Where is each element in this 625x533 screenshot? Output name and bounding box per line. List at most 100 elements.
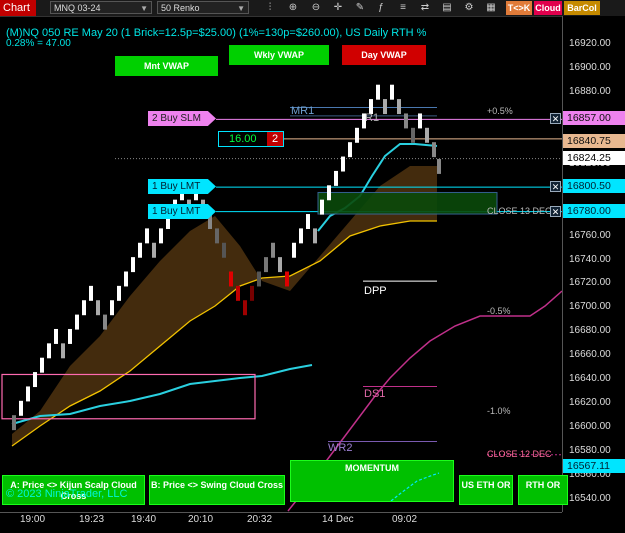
renko-brick xyxy=(47,343,51,359)
barcol-toggle-button[interactable]: BarCol xyxy=(564,1,600,15)
renko-brick xyxy=(411,127,415,143)
chart-trader-icon[interactable]: ⇄ xyxy=(417,1,433,15)
weekly-vwap-button[interactable]: Wkly VWAP xyxy=(229,45,329,65)
ds1-label: DS1 xyxy=(364,388,386,400)
time-label: 19:00 xyxy=(20,514,46,525)
monthly-vwap-label: Mnt VWAP xyxy=(144,61,189,71)
zoom-in-icon[interactable]: ⊕ xyxy=(285,1,301,15)
price-tick-label: 16540.00 xyxy=(569,493,611,504)
chart-title: Chart xyxy=(0,0,36,16)
swing-cloud-cross-button[interactable]: B: Price <> Swing Cloud Cross xyxy=(149,475,285,505)
renko-brick xyxy=(404,113,408,129)
minus-half-pct-label: -0.5% xyxy=(487,306,511,316)
renko-brick xyxy=(12,415,16,431)
renko-brick xyxy=(222,242,226,258)
renko-brick xyxy=(40,357,44,373)
cloud-label: Cloud xyxy=(535,3,561,13)
cancel-order-close-icon[interactable]: ✕ xyxy=(550,206,561,217)
price-chart[interactable] xyxy=(0,16,562,512)
bar-type-selector[interactable]: 50 Renko ▼ xyxy=(157,1,249,14)
renko-brick xyxy=(236,285,240,301)
renko-brick xyxy=(26,386,30,402)
renko-brick xyxy=(425,127,429,143)
dpp-label: DPP xyxy=(364,285,387,297)
renko-brick xyxy=(138,242,142,258)
renko-brick xyxy=(299,228,303,244)
time-label: 19:23 xyxy=(79,514,105,525)
cloud-toggle-button[interactable]: Cloud xyxy=(534,1,562,15)
renko-brick xyxy=(334,170,338,186)
renko-brick xyxy=(285,271,289,287)
renko-brick xyxy=(313,228,317,244)
renko-brick xyxy=(215,228,219,244)
close-12-dec-label: CLOSE 12 DEC xyxy=(487,449,552,459)
r1-label: R1 xyxy=(365,112,380,124)
renko-brick xyxy=(159,228,163,244)
drawing-tools-icon[interactable]: ✎ xyxy=(352,1,368,15)
price-tick-label: 16740.00 xyxy=(569,253,611,265)
instrument-value: MNQ 03-24 xyxy=(54,3,101,13)
time-label: 20:10 xyxy=(188,514,214,525)
buy-lmt-order-tag-1[interactable]: 1 Buy LMT xyxy=(148,179,216,194)
renko-brick xyxy=(103,314,107,330)
renko-brick xyxy=(341,156,345,172)
renko-brick xyxy=(33,372,37,388)
instrument-selector[interactable]: MNQ 03-24 ▼ xyxy=(50,1,152,14)
daily-vwap-button[interactable]: Day VWAP xyxy=(342,45,426,65)
buy-lmt-order-label-1: 1 Buy LMT xyxy=(152,181,201,192)
price-tick-label: 16680.00 xyxy=(569,325,611,337)
bar-type-value: 50 Renko xyxy=(161,3,200,13)
buy-slm-order-tag[interactable]: 2 Buy SLM xyxy=(148,111,216,126)
renko-brick xyxy=(19,400,23,416)
rth-or-button[interactable]: RTH OR xyxy=(518,475,568,505)
price-tick-label: 16660.00 xyxy=(569,349,611,361)
renko-brick xyxy=(348,142,352,158)
position-qty: 2 xyxy=(267,132,283,146)
renko-brick xyxy=(437,158,441,174)
swing-cloud-cross-label: B: Price <> Swing Cloud Cross xyxy=(150,480,284,490)
close-13-dec-zone xyxy=(317,191,498,215)
buy-lmt-order-tag-2[interactable]: 1 Buy LMT xyxy=(148,204,216,219)
price-tick-label: 16760.00 xyxy=(569,229,611,241)
position-box[interactable]: 16.00 2 xyxy=(218,131,284,147)
wr2-label: WR2 xyxy=(328,442,353,454)
renko-brick xyxy=(320,199,324,215)
price-tick-label: 16640.00 xyxy=(569,373,611,385)
plus-half-pct-label: +0.5% xyxy=(487,106,513,116)
crosshair-price-tag: 16824.25 xyxy=(563,151,625,165)
tk-toggle-button[interactable]: T<>K xyxy=(506,1,532,15)
daily-vwap-label: Day VWAP xyxy=(361,50,407,60)
renko-brick xyxy=(152,242,156,258)
buy-lmt-order-label-2: 1 Buy LMT xyxy=(152,206,201,217)
cancel-order-close-icon[interactable]: ✕ xyxy=(550,113,561,124)
monthly-vwap-button[interactable]: Mnt VWAP xyxy=(115,56,218,76)
price-axis[interactable]: 16920.0016900.0016880.0016860.0016840.00… xyxy=(562,16,625,512)
renko-brick xyxy=(355,127,359,143)
buy-lmt-price-tag-1: 16800.50 xyxy=(563,179,625,193)
price-tick-label: 16900.00 xyxy=(569,61,611,73)
renko-brick xyxy=(250,285,254,301)
us-eth-or-button[interactable]: US ETH OR xyxy=(459,475,513,505)
price-tick-label: 16600.00 xyxy=(569,421,611,433)
renko-brick xyxy=(418,113,422,129)
crosshair-icon[interactable]: ✛ xyxy=(330,1,346,15)
renko-brick xyxy=(397,99,401,115)
mr1-label: MR1 xyxy=(291,105,315,117)
momentum-panel[interactable]: MOMENTUM xyxy=(290,460,454,502)
us-eth-or-label: US ETH OR xyxy=(461,480,511,490)
chart-toolbar: Chart MNQ 03-24 ▼ 50 Renko ▼ ⫶ ⊕ ⊖ ✛ ✎ ƒ… xyxy=(0,0,625,17)
chevron-down-icon: ▼ xyxy=(140,4,148,13)
price-tick-label: 16880.00 xyxy=(569,85,611,97)
renko-brick xyxy=(383,99,387,115)
cancel-order-close-icon[interactable]: ✕ xyxy=(550,181,561,192)
momentum-sparkline xyxy=(390,472,440,501)
renko-brick xyxy=(264,257,268,273)
indicators-icon[interactable]: ƒ xyxy=(373,1,389,15)
zoom-out-icon[interactable]: ⊖ xyxy=(308,1,324,15)
grid-icon[interactable]: ▦ xyxy=(483,1,499,15)
data-box-icon[interactable]: ▤ xyxy=(439,1,455,15)
strategy-icon[interactable]: ⚙ xyxy=(461,1,477,15)
chevron-down-icon: ▼ xyxy=(237,4,245,13)
properties-icon[interactable]: ≡ xyxy=(395,1,411,15)
bar-style-icon[interactable]: ⫶ xyxy=(262,1,278,15)
